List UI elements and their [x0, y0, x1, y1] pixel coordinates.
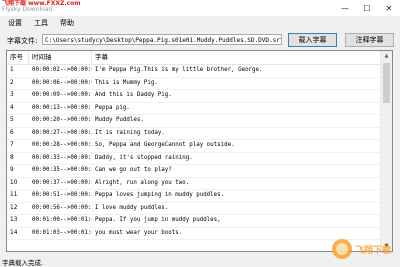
vertical-scrollbar[interactable]: ▲ ▼	[380, 51, 392, 251]
row-text: Peppa loves jumping in muddy puddles.	[95, 192, 225, 198]
row-time: 00:00:33-->00:00:35	[32, 154, 92, 161]
row-time: 00:00:13-->00:00:14	[32, 104, 92, 111]
row-text: And this is Daddy Pig.	[95, 92, 172, 98]
row-number: 6	[10, 129, 14, 136]
table-row[interactable]: 6 00:00:27-->00:00:28 It is raining toda…	[7, 128, 382, 140]
row-text: It is raining today.	[95, 129, 165, 136]
row-number: 2	[10, 79, 14, 86]
table-body: 1 00:00:02-->00:00:06 I'm Peppa Pig.This…	[7, 65, 382, 240]
subtitle-file-path-input[interactable]: C:\Users\studycy\Desktop\Peppa.Pig.s01e0…	[42, 34, 282, 45]
row-number: 1	[10, 67, 14, 73]
column-header-subtitle[interactable]: 字幕	[92, 51, 382, 64]
subtitle-table: 序号 时间轴 字幕 1 00:00:02-->00:00:06 I'm Pepp…	[6, 50, 393, 252]
row-number: 13	[10, 217, 18, 223]
status-text: 字典载入完成.	[2, 259, 44, 267]
row-time: 00:00:20-->00:00:22	[32, 117, 92, 123]
row-number: 14	[10, 229, 18, 236]
table-row[interactable]: 8 00:00:33-->00:00:35 Daddy, it's stoppe…	[7, 153, 382, 165]
table-row[interactable]: 3 00:00:09-->00:00:10 And this is Daddy …	[7, 90, 382, 103]
row-text: Can we go out to play?	[95, 167, 172, 173]
row-text: I'm Peppa Pig.This is my little brother,…	[95, 67, 263, 73]
row-text: Alright, run along you two.	[95, 179, 190, 186]
column-header-number[interactable]: 序号	[7, 51, 29, 64]
row-number: 7	[10, 142, 14, 148]
row-number: 11	[10, 192, 18, 198]
row-text: So, Peppa and GeorgeCannot play outside.	[95, 142, 235, 148]
row-text: Daddy, it's stopped raining.	[95, 154, 193, 161]
row-time: 00:00:09-->00:00:10	[32, 92, 92, 98]
row-time: 00:01:00-->00:01:03	[32, 217, 92, 223]
row-time: 00:00:27-->00:00:28	[32, 129, 92, 136]
row-text: This is Mummy Pig.	[95, 79, 158, 86]
row-number: 10	[10, 179, 18, 186]
table-row[interactable]: 2 00:00:06-->00:00:08 This is Mummy Pig.	[7, 78, 382, 90]
row-time: 00:01:03-->00:01:04	[32, 229, 92, 236]
subtitle-file-row: 字幕文件: C:\Users\studycy\Desktop\Peppa.Pig…	[0, 32, 400, 48]
row-time: 00:00:35-->00:00:37	[32, 167, 92, 173]
row-number: 12	[10, 204, 18, 211]
row-text: I love muddy puddles.	[95, 204, 169, 211]
table-row[interactable]: 1 00:00:02-->00:00:06 I'm Peppa Pig.This…	[7, 65, 382, 78]
column-header-timeline[interactable]: 时间轴	[29, 51, 92, 64]
table-row[interactable]: 4 00:00:13-->00:00:14 Peppa pig.	[7, 103, 382, 115]
menu-help[interactable]: 帮助	[54, 18, 80, 28]
load-subtitle-button[interactable]: 载入字幕	[288, 33, 337, 47]
table-row[interactable]: 12 00:00:56-->00:00:58 I love muddy pudd…	[7, 203, 382, 215]
menu-tools[interactable]: 工具	[28, 18, 54, 28]
row-text: Peppa. If you jump in muddy puddles,	[95, 217, 221, 223]
scroll-up-arrow-icon[interactable]: ▲	[381, 51, 392, 61]
row-text: Muddy Puddles.	[95, 117, 144, 123]
maximize-button[interactable]: ☐	[356, 0, 378, 16]
table-row[interactable]: 9 00:00:35-->00:00:37 Can we go out to p…	[7, 165, 382, 178]
annotate-subtitle-button[interactable]: 注释字幕	[345, 33, 394, 47]
watermark-line-2: Flysky Download	[2, 6, 53, 13]
table-row[interactable]: 14 00:01:03-->00:01:04 you must wear you…	[7, 228, 382, 240]
row-number: 8	[10, 154, 14, 161]
site-logo-icon: 飞翔下载	[332, 239, 391, 259]
table-header: 序号 时间轴 字幕	[7, 51, 382, 65]
table-row[interactable]: 11 00:00:51-->00:00:53 Peppa loves jumpi…	[7, 190, 382, 203]
scrollbar-thumb[interactable]	[383, 63, 390, 103]
row-number: 9	[10, 167, 14, 173]
row-time: 00:00:37-->00:00:40	[32, 179, 92, 186]
title-bar: 飞翔下载 www.FXXZ.com Flysky Download — ☐ ✕	[0, 0, 400, 16]
site-watermark: 飞翔下载 www.FXXZ.com Flysky Download	[2, 1, 81, 13]
row-time: 00:00:51-->00:00:53	[32, 192, 92, 198]
row-time: 00:00:06-->00:00:08	[32, 79, 92, 86]
table-row[interactable]: 10 00:00:37-->00:00:40 Alright, run alon…	[7, 178, 382, 190]
menu-settings[interactable]: 设置	[0, 18, 28, 28]
table-row[interactable]: 7 00:00:28-->00:00:31 So, Peppa and Geor…	[7, 140, 382, 153]
row-time: 00:00:02-->00:00:06	[32, 67, 92, 73]
row-time: 00:00:28-->00:00:31	[32, 142, 92, 148]
minimize-button[interactable]: —	[334, 0, 356, 16]
window-controls: — ☐ ✕	[334, 0, 400, 16]
row-time: 00:00:56-->00:00:58	[32, 204, 92, 211]
row-number: 4	[10, 104, 14, 111]
row-text: Peppa pig.	[95, 104, 130, 111]
logo-text: 飞翔下载	[355, 244, 391, 256]
subtitle-file-label: 字幕文件:	[7, 37, 38, 45]
table-row[interactable]: 13 00:01:00-->00:01:03 Peppa. If you jum…	[7, 215, 382, 228]
table-row[interactable]: 5 00:00:20-->00:00:22 Muddy Puddles.	[7, 115, 382, 128]
row-number: 3	[10, 92, 14, 98]
menu-bar: 设置 工具 帮助	[0, 16, 400, 30]
row-number: 5	[10, 117, 14, 123]
close-button[interactable]: ✕	[378, 0, 400, 16]
